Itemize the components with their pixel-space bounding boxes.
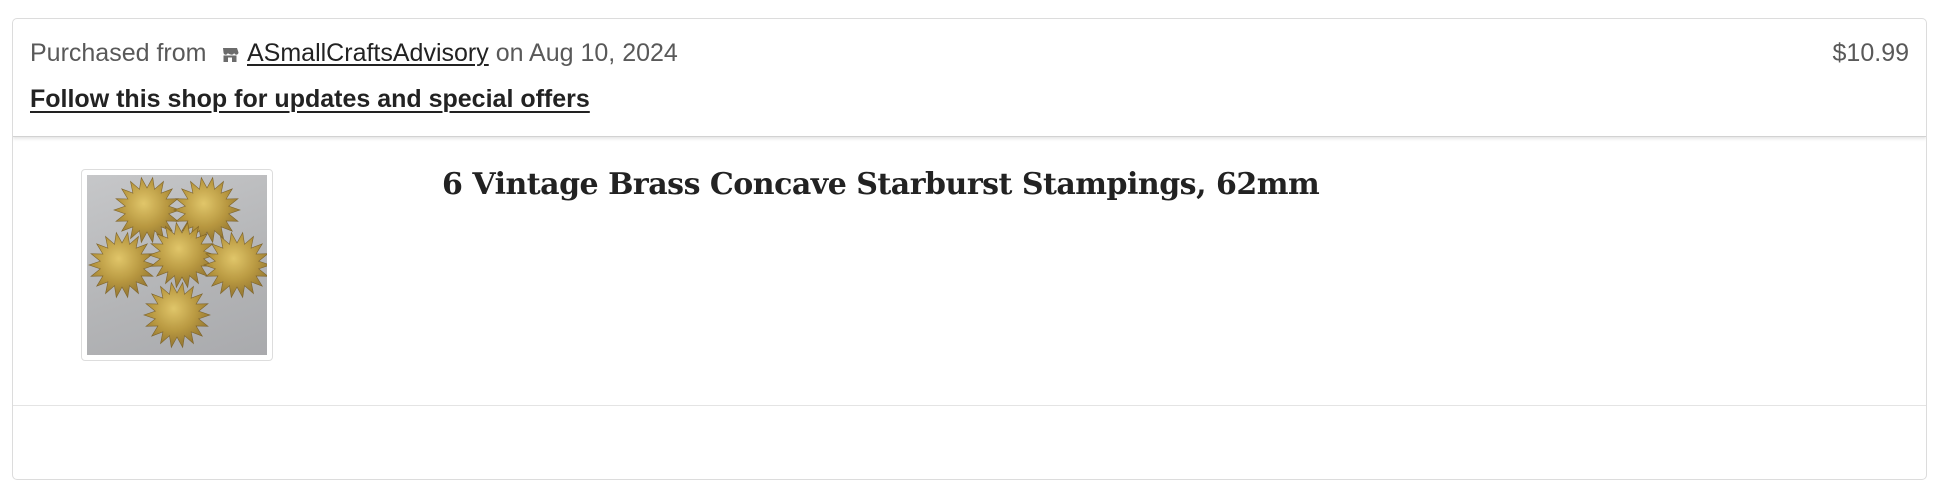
starburst-shape [88, 231, 156, 299]
starburst-shape [143, 281, 211, 349]
follow-shop-link[interactable]: Follow this shop for updates and special… [30, 85, 590, 114]
order-price: $10.99 [1832, 39, 1909, 67]
product-thumbnail[interactable] [81, 169, 273, 361]
order-header: Purchased from ASmallCraftsAdvisory on A… [13, 19, 1926, 137]
brass-starburst-product-image [87, 175, 271, 355]
purchase-info: Purchased from ASmallCraftsAdvisory on A… [30, 39, 678, 70]
item-title-link[interactable]: 6 Vintage Brass Concave Starburst Stampi… [442, 167, 1320, 202]
purchase-date: on Aug 10, 2024 [495, 39, 678, 67]
purchased-from-label: Purchased from [30, 39, 207, 67]
order-card: Purchased from ASmallCraftsAdvisory on A… [12, 18, 1927, 480]
shop-icon [221, 41, 239, 70]
order-item-row: 6 Vintage Brass Concave Starburst Stampi… [13, 137, 1926, 406]
starburst-shape [203, 231, 271, 299]
shop-name-link[interactable]: ASmallCraftsAdvisory [247, 39, 489, 67]
